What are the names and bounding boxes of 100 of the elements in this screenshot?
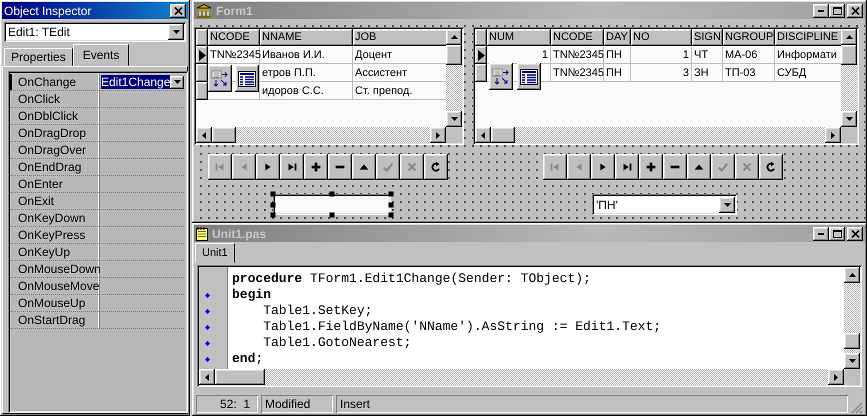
first-record-button[interactable]	[208, 154, 232, 180]
event-name[interactable]: OnChange	[10, 74, 99, 90]
scroll-left-button[interactable]	[196, 127, 212, 143]
post-button[interactable]	[376, 154, 400, 180]
cancel-button[interactable]	[735, 154, 759, 180]
vertical-scrollbar[interactable]	[844, 267, 860, 369]
scroll-down-button[interactable]	[446, 111, 462, 127]
left-arrow-icon	[202, 132, 206, 138]
scroll-thumb[interactable]	[215, 369, 265, 385]
insert-button[interactable]	[639, 154, 663, 180]
data-grid[interactable]: NCODE NNAME JOB TN№2345Иванов И.И. Доцент етров П.П. Ассистент идоров С.С. Ст. препод.	[194, 27, 464, 145]
vertical-scrollbar[interactable]	[841, 29, 857, 127]
post-button[interactable]	[711, 154, 735, 180]
tab[interactable]: Events	[72, 44, 130, 66]
table-arrows-icon[interactable]	[489, 63, 513, 90]
scroll-right-button[interactable]	[828, 369, 844, 385]
scroll-thumb[interactable]	[491, 127, 515, 143]
scroll-down-button[interactable]	[844, 353, 860, 369]
maximize-icon	[832, 6, 842, 14]
event-name[interactable]: OnMouseMove	[10, 278, 99, 294]
refresh-button[interactable]	[759, 154, 783, 180]
event-name[interactable]: OnMouseDown	[10, 261, 99, 277]
selection-handle[interactable]	[330, 192, 334, 196]
close-button[interactable]	[170, 4, 186, 18]
scroll-right-button[interactable]	[430, 127, 446, 143]
next-record-button[interactable]	[591, 154, 615, 180]
selection-handle[interactable]	[388, 212, 394, 218]
event-name[interactable]: OnStartDrag	[10, 312, 99, 328]
table-arrows-icon[interactable]	[208, 65, 232, 92]
event-name[interactable]: OnDblClick	[10, 108, 99, 124]
column-header[interactable]: SIGN	[692, 29, 723, 46]
event-name[interactable]: OnExit	[10, 193, 99, 209]
event-name[interactable]: OnMouseUp	[10, 295, 99, 311]
scroll-up-button[interactable]	[841, 29, 857, 45]
scroll-left-button[interactable]	[199, 369, 215, 385]
first-record-button[interactable]	[543, 154, 567, 180]
tab[interactable]: Unit1	[195, 243, 235, 263]
selection-handle[interactable]	[388, 192, 394, 196]
scroll-left-button[interactable]	[475, 127, 491, 143]
dropdown-field[interactable]: 'ПН'	[592, 194, 737, 215]
column-header[interactable]: JOB	[353, 29, 446, 46]
delete-button[interactable]	[663, 154, 687, 180]
grid-icon[interactable]	[517, 63, 541, 90]
scroll-up-button[interactable]	[446, 29, 462, 45]
scroll-thumb[interactable]	[841, 45, 857, 65]
refresh-button[interactable]	[424, 154, 448, 180]
input-field[interactable]	[273, 194, 391, 215]
column-header[interactable]: NO	[631, 29, 692, 46]
event-name[interactable]: OnDragOver	[10, 142, 99, 158]
scroll-thumb[interactable]	[212, 127, 236, 143]
dropdown-arrow-icon	[172, 30, 180, 34]
selection-handle[interactable]	[388, 202, 394, 207]
post-icon	[716, 160, 730, 174]
vertical-scrollbar[interactable]	[446, 29, 462, 127]
prior-record-button[interactable]	[567, 154, 591, 180]
component-selector[interactable]: Edit1: TEdit	[4, 22, 186, 42]
scroll-down-button[interactable]	[841, 111, 857, 127]
event-name[interactable]: OnClick	[10, 91, 99, 107]
event-name[interactable]: OnEnter	[10, 176, 99, 192]
next-record-button[interactable]	[256, 154, 280, 180]
column-header[interactable]: DAY	[604, 29, 631, 46]
scroll-up-button[interactable]	[844, 267, 860, 283]
edit-button[interactable]	[687, 154, 711, 180]
post-icon	[381, 160, 395, 174]
close-icon	[850, 230, 860, 238]
prior-record-button[interactable]	[232, 154, 256, 180]
column-header[interactable]: DISCIPLINE	[775, 29, 841, 46]
scroll-thumb[interactable]	[844, 333, 860, 349]
selection-handle[interactable]	[270, 202, 276, 207]
selection-handle[interactable]	[270, 192, 276, 196]
data-grid[interactable]: NUM NCODE DAY NO SIGN NGROUP DISCIPLINE 1 TN№2345 ПН 1 ЧТ МА-06 Информати TN№2345 ПН 3 ЗН ТП-03 СУБД	[473, 27, 859, 145]
table-cell: МА-06	[723, 46, 775, 64]
event-name[interactable]: OnKeyDown	[10, 210, 99, 226]
size-grip-icon[interactable]	[851, 402, 863, 414]
scrollbar-corner	[841, 127, 857, 143]
selection-handle[interactable]	[270, 212, 276, 218]
grid-icon[interactable]	[235, 65, 259, 92]
tab[interactable]: Properties	[4, 48, 73, 66]
last-record-button[interactable]	[615, 154, 639, 180]
down-arrow-icon	[450, 117, 458, 121]
delete-button[interactable]	[328, 154, 352, 180]
scroll-thumb[interactable]	[446, 45, 462, 65]
insert-button[interactable]	[304, 154, 328, 180]
event-handler-value[interactable]: Edit1Change	[101, 75, 170, 89]
scroll-right-button[interactable]	[825, 127, 841, 143]
edit-button[interactable]	[352, 154, 376, 180]
code-editor[interactable]: procedure TForm1.Edit1Change(Sender: TObject); begin Table1.SetKey; Table1.FieldByName('NName').AsString := Edit1.Text; Table1.GotoNearest; end;	[197, 265, 862, 387]
column-header[interactable]: NCODE	[208, 29, 260, 46]
event-name[interactable]: OnKeyUp	[10, 244, 99, 260]
column-header[interactable]: NNAME	[260, 29, 353, 46]
column-header[interactable]: NUM	[487, 29, 551, 46]
event-name[interactable]: OnKeyPress	[10, 227, 99, 243]
selection-handle[interactable]	[330, 212, 334, 218]
table-cell: TN№2345	[208, 46, 260, 64]
cancel-button[interactable]	[400, 154, 424, 180]
event-name[interactable]: OnEndDrag	[10, 159, 99, 175]
column-header[interactable]: NCODE	[551, 29, 604, 46]
event-name[interactable]: OnDragDrop	[10, 125, 99, 141]
column-header[interactable]: NGROUP	[723, 29, 775, 46]
last-record-button[interactable]	[280, 154, 304, 180]
